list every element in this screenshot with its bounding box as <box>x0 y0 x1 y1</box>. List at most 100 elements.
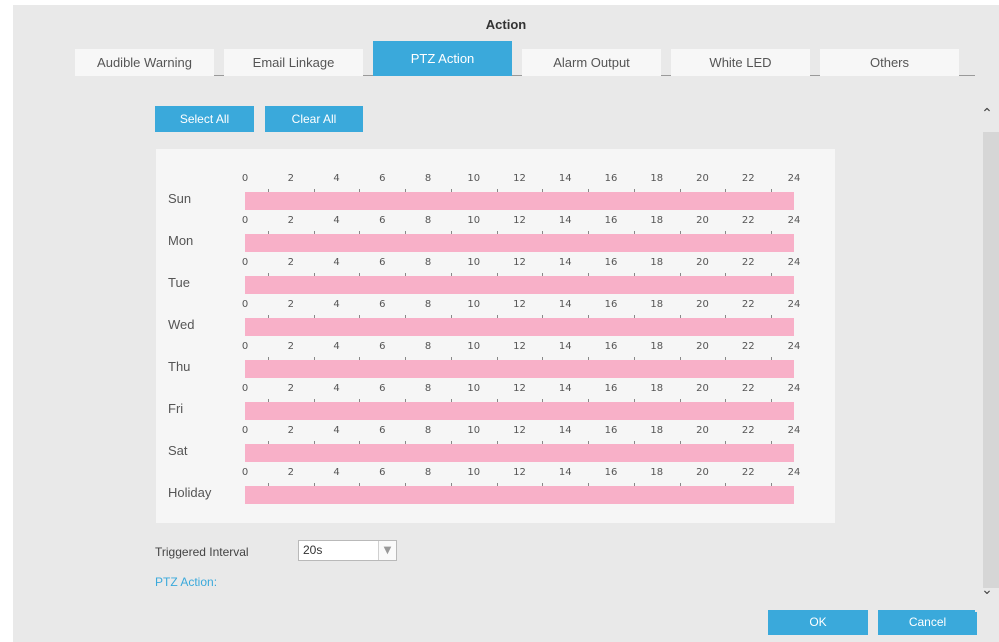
hour-axis: 0 2 4 6 8 10 12 14 16 18 20 22 24 <box>156 413 835 445</box>
hour-tick-label: 12 <box>513 425 526 436</box>
hour-tick-label: 14 <box>558 383 572 394</box>
hour-tick-label: 6 <box>379 383 386 394</box>
tab-ptz-action[interactable]: PTZ Action <box>373 41 512 76</box>
hour-tick-label: 4 <box>333 173 340 184</box>
hour-tick-label: 2 <box>287 215 294 226</box>
hour-tick-label: 16 <box>604 467 618 478</box>
hour-tick-label: 24 <box>787 425 801 436</box>
hour-tick-label: 16 <box>604 383 618 394</box>
schedule-grid: 0 2 4 6 8 10 12 14 16 18 20 22 24 Sun 0 2 4 6 8 10 12 14 16 18 2… <box>156 149 835 523</box>
tab-email-linkage[interactable]: Email Linkage <box>224 49 363 76</box>
scrollbar[interactable]: ⌃ ⌄ <box>975 100 999 612</box>
hour-tick-label: 10 <box>467 383 481 394</box>
hour-tick-label: 12 <box>513 215 526 226</box>
clear-all-button[interactable]: Clear All <box>265 106 363 132</box>
tab-audible-warning[interactable]: Audible Warning <box>75 49 214 76</box>
hour-axis: 0 2 4 6 8 10 12 14 16 18 20 22 24 <box>156 161 835 193</box>
hour-tick-label: 18 <box>650 173 664 184</box>
schedule-row: 0 2 4 6 8 10 12 14 16 18 20 22 24 Thu <box>156 329 835 378</box>
tab-bar: Audible Warning Email Linkage PTZ Action… <box>75 41 975 76</box>
hour-tick-label: 22 <box>741 257 755 268</box>
hour-tick-label: 4 <box>333 425 340 436</box>
hour-tick-label: 22 <box>741 215 755 226</box>
hour-tick-label: 10 <box>467 257 481 268</box>
hour-tick-label: 8 <box>424 341 432 352</box>
hour-tick-label: 6 <box>379 425 386 436</box>
hour-tick-label: 22 <box>741 341 755 352</box>
hour-tick-label: 16 <box>604 215 618 226</box>
hour-tick-label: 22 <box>741 299 755 310</box>
hour-tick-label: 6 <box>379 173 386 184</box>
schedule-row: 0 2 4 6 8 10 12 14 16 18 20 22 24 Mon <box>156 203 835 252</box>
cancel-button[interactable]: Cancel <box>878 610 977 635</box>
hour-tick-label: 4 <box>333 299 340 310</box>
hour-tick-label: 14 <box>558 299 572 310</box>
hour-tick-label: 0 <box>241 383 249 394</box>
hour-tick-label: 2 <box>287 173 294 184</box>
hour-tick-label: 10 <box>467 425 481 436</box>
hour-tick-label: 6 <box>379 341 386 352</box>
schedule-row: 0 2 4 6 8 10 12 14 16 18 20 22 24 Wed <box>156 287 835 336</box>
select-all-button[interactable]: Select All <box>155 106 254 132</box>
hour-axis: 0 2 4 6 8 10 12 14 16 18 20 22 24 <box>156 203 835 235</box>
hour-axis: 0 2 4 6 8 10 12 14 16 18 20 22 24 <box>156 329 835 361</box>
schedule-row: 0 2 4 6 8 10 12 14 16 18 20 22 24 Fri <box>156 371 835 420</box>
hour-tick-label: 16 <box>604 341 618 352</box>
hour-tick-label: 2 <box>287 383 294 394</box>
hour-tick-label: 2 <box>287 341 294 352</box>
hour-tick-label: 16 <box>604 257 618 268</box>
schedule-row: 0 2 4 6 8 10 12 14 16 18 20 22 24 Tue <box>156 245 835 294</box>
hour-tick-label: 18 <box>650 467 664 478</box>
hour-tick-label: 20 <box>696 467 709 478</box>
hour-tick-label: 24 <box>787 341 801 352</box>
hour-tick-label: 2 <box>287 257 294 268</box>
hour-axis: 0 2 4 6 8 10 12 14 16 18 20 22 24 <box>156 455 835 487</box>
hour-tick-label: 12 <box>513 341 526 352</box>
hour-tick-label: 22 <box>741 383 755 394</box>
hour-tick-label: 0 <box>241 341 249 352</box>
hour-tick-label: 2 <box>287 467 294 478</box>
hour-tick-label: 8 <box>424 173 432 184</box>
hour-tick-label: 14 <box>558 257 572 268</box>
scrollbar-thumb[interactable] <box>983 132 999 588</box>
hour-axis: 0 2 4 6 8 10 12 14 16 18 20 22 24 <box>156 371 835 403</box>
triggered-interval-select[interactable]: 20s ▼ <box>298 540 397 561</box>
hour-tick-label: 20 <box>696 299 709 310</box>
hour-tick-label: 6 <box>379 299 386 310</box>
schedule-bar[interactable] <box>245 486 794 504</box>
hour-tick-label: 8 <box>424 257 432 268</box>
hour-tick-label: 24 <box>787 257 801 268</box>
hour-tick-label: 4 <box>333 341 340 352</box>
tab-others[interactable]: Others <box>820 49 959 76</box>
hour-tick-label: 8 <box>424 383 432 394</box>
chevron-up-icon[interactable]: ⌃ <box>975 104 999 124</box>
tab-alarm-output[interactable]: Alarm Output <box>522 49 661 76</box>
triggered-interval-label: Triggered Interval <box>155 545 249 559</box>
hour-tick-label: 20 <box>696 341 709 352</box>
hour-tick-label: 6 <box>379 467 386 478</box>
hour-tick-label: 0 <box>241 173 249 184</box>
hour-tick-label: 22 <box>741 467 755 478</box>
hour-tick-label: 2 <box>287 299 294 310</box>
hour-tick-label: 12 <box>513 383 526 394</box>
hour-tick-label: 22 <box>741 425 755 436</box>
hour-tick-label: 16 <box>604 425 618 436</box>
hour-tick-label: 8 <box>424 215 432 226</box>
hour-tick-label: 18 <box>650 257 664 268</box>
hour-tick-label: 6 <box>379 257 386 268</box>
hour-tick-label: 18 <box>650 383 664 394</box>
ok-button[interactable]: OK <box>768 610 868 635</box>
hour-tick-label: 20 <box>696 425 709 436</box>
day-label: Holiday <box>168 485 212 500</box>
chevron-down-icon[interactable]: ⌄ <box>975 580 999 600</box>
tab-white-led[interactable]: White LED <box>671 49 810 76</box>
hour-tick-label: 24 <box>787 215 801 226</box>
schedule-row: 0 2 4 6 8 10 12 14 16 18 20 22 24 Sun <box>156 161 835 210</box>
hour-tick-label: 18 <box>650 425 664 436</box>
hour-tick-label: 6 <box>379 215 386 226</box>
hour-tick-label: 14 <box>558 341 572 352</box>
hour-tick-label: 16 <box>604 299 618 310</box>
hour-tick-label: 18 <box>650 299 664 310</box>
hour-tick-label: 20 <box>696 383 709 394</box>
hour-tick-label: 10 <box>467 467 481 478</box>
